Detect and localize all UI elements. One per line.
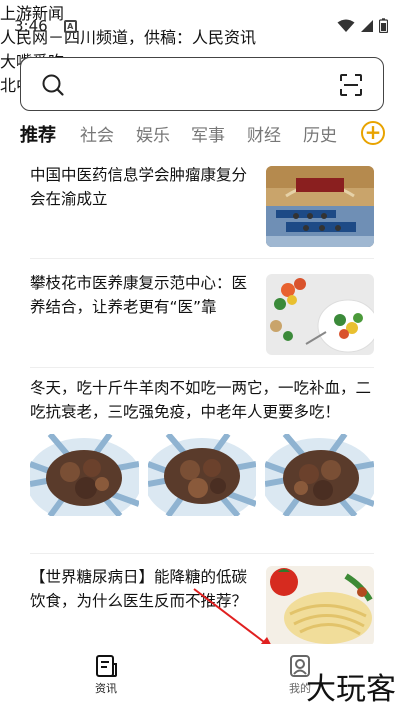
- tab-society[interactable]: 社会: [80, 121, 114, 146]
- status-time: 3:46: [14, 17, 48, 35]
- wifi-icon: [337, 19, 355, 32]
- article-thumbnail: [30, 434, 139, 516]
- category-tabs: 推荐 社会 娱乐 军事 财经 历史: [0, 113, 400, 153]
- article-title: 攀枝花市医养康复示范中心：医养结合，让养老更有“医”靠: [30, 274, 248, 316]
- article-thumbnail: [266, 274, 374, 355]
- nav-news[interactable]: 资讯: [76, 654, 136, 696]
- article-thumbnail: [148, 434, 256, 516]
- news-icon: [96, 655, 117, 677]
- nav-news-label: 资讯: [95, 682, 117, 695]
- article-thumbnail: [266, 566, 374, 646]
- add-tab-button[interactable]: +: [361, 121, 385, 145]
- scan-icon[interactable]: [339, 73, 363, 97]
- divider: [30, 553, 374, 554]
- notification-a-icon: A: [63, 19, 77, 33]
- divider: [30, 258, 374, 259]
- tab-recommend[interactable]: 推荐: [20, 121, 56, 147]
- watermark-logo: 大玩客: [306, 672, 396, 707]
- tab-entertainment[interactable]: 娱乐: [136, 121, 170, 146]
- article-thumbnail: [266, 166, 374, 247]
- divider: [30, 367, 374, 368]
- article-title: 中国中医药信息学会肿瘤康复分会在渝成立: [30, 166, 248, 208]
- signal-icon: [361, 19, 373, 32]
- search-icon[interactable]: [41, 73, 65, 97]
- status-bar: 3:46 A: [0, 0, 400, 52]
- tab-finance[interactable]: 财经: [247, 121, 281, 146]
- article-thumbnail: [265, 434, 374, 516]
- search-input[interactable]: [20, 57, 384, 111]
- article-title: 冬天，吃十斤牛羊肉不如吃一两它，一吃补血，二吃抗衰老，三吃强免疫，中老年人更要多…: [30, 379, 372, 421]
- status-icons: [337, 18, 388, 33]
- battery-icon: [379, 18, 388, 33]
- tab-military[interactable]: 军事: [191, 121, 225, 146]
- tab-history[interactable]: 历史: [303, 121, 337, 146]
